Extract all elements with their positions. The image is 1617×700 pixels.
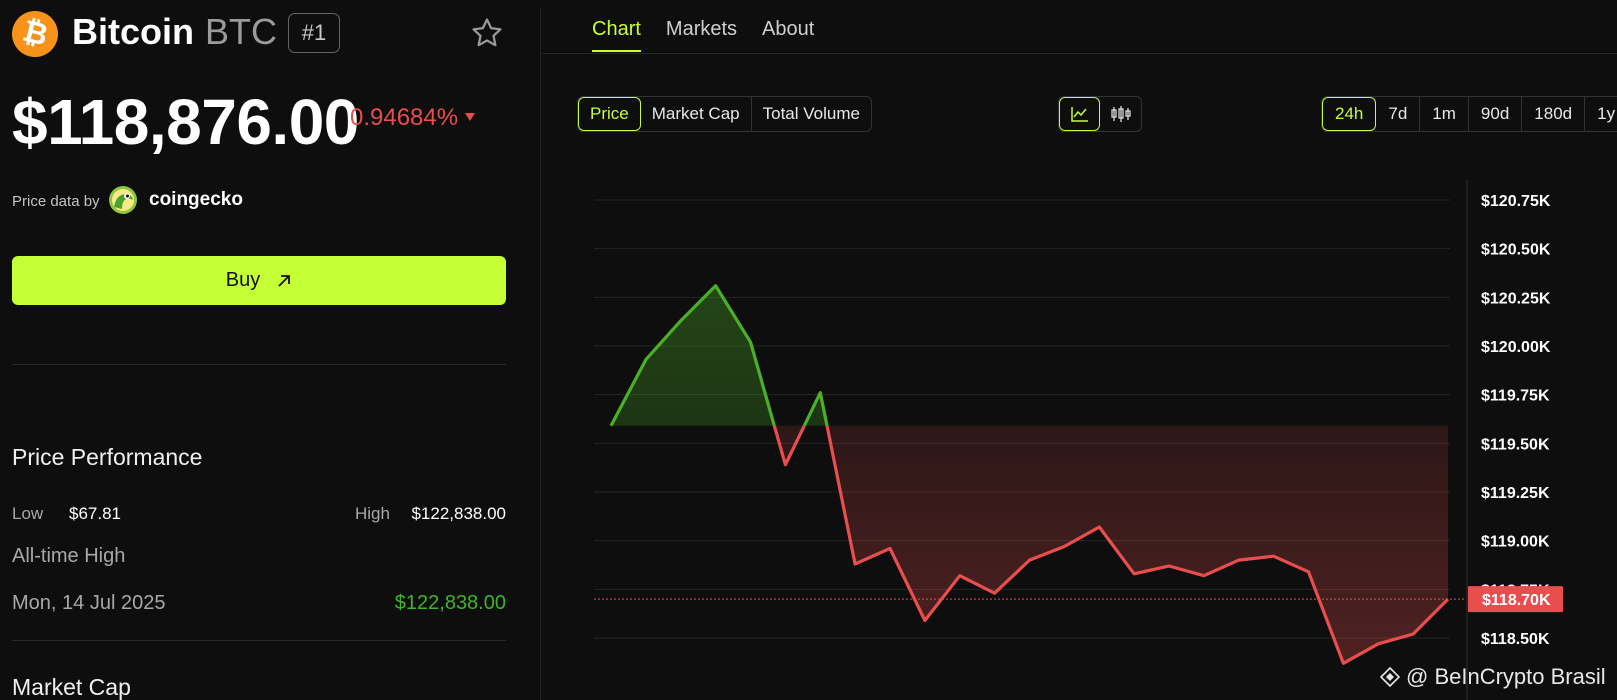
all-time-high-value: $122,838.00 — [394, 592, 506, 614]
coin-symbol: BTC — [205, 11, 277, 52]
high-value: $122,838.00 — [411, 504, 506, 523]
candlestick-button[interactable] — [1100, 97, 1141, 131]
buy-button[interactable]: Buy — [12, 256, 506, 305]
section-tabs: Chart Markets About — [592, 18, 814, 52]
all-time-high-label: All-time High — [12, 545, 126, 567]
coingecko-logo-icon — [109, 186, 137, 214]
tab-chart[interactable]: Chart — [592, 18, 641, 52]
metric-selector: Price Market Cap Total Volume — [577, 96, 872, 132]
buy-button-label: Buy — [225, 269, 261, 291]
y-tick-label: $120.50K — [1481, 242, 1551, 259]
bitcoin-logo-icon: ₿ — [12, 11, 58, 57]
low-label: Low — [12, 504, 44, 523]
y-tick-label: $119.00K — [1481, 534, 1550, 551]
market-cap-title: Market Cap — [12, 674, 131, 700]
range-1y-button[interactable]: 1y — [1585, 97, 1617, 131]
y-tick-label: $120.00K — [1481, 339, 1551, 356]
metric-price-button[interactable]: Price — [578, 97, 641, 131]
arrow-up-right-icon — [278, 274, 291, 287]
range-180d-button[interactable]: 180d — [1522, 97, 1586, 131]
watermark-text: @ BeInCrypto Brasil — [1406, 664, 1606, 689]
coingecko-name: coingecko — [149, 189, 243, 210]
current-price: $118,876.00 — [12, 86, 359, 158]
low-value: $67.81 — [69, 504, 121, 523]
divider — [12, 364, 506, 365]
range-1m-button[interactable]: 1m — [1420, 97, 1469, 131]
candlestick-icon — [1110, 106, 1131, 122]
tabs-underline — [542, 53, 1617, 54]
tab-about[interactable]: About — [762, 18, 814, 52]
time-range-selector: 24h 7d 1m 90d 180d 1y — [1321, 96, 1617, 132]
line-chart-button[interactable] — [1059, 97, 1100, 131]
metric-total-volume-button[interactable]: Total Volume — [752, 97, 871, 131]
y-tick-label: $119.25K — [1481, 485, 1550, 502]
y-tick-label: $120.75K — [1481, 193, 1551, 210]
range-90d-button[interactable]: 90d — [1469, 97, 1523, 131]
price-data-label: Price data by — [12, 193, 100, 210]
tab-markets[interactable]: Markets — [666, 18, 737, 52]
line-chart-icon — [1070, 107, 1088, 122]
coin-summary-panel: ₿ Bitcoin BTC #1 $118,876.00 0.94684% Pr… — [0, 0, 520, 700]
rank-badge: #1 — [288, 13, 340, 53]
price-chart[interactable]: $120.75K $120.50K $120.25K $120.00K $119.75K… — [542, 150, 1617, 700]
watermark: @ BeInCrypto Brasil — [1380, 664, 1606, 690]
coin-name: Bitcoin — [72, 11, 194, 52]
all-time-high-date: Mon, 14 Jul 2025 — [12, 592, 166, 614]
down-arrow-icon — [465, 113, 475, 121]
price-performance-title: Price Performance — [12, 444, 203, 470]
range-24h-button[interactable]: 24h — [1322, 97, 1377, 131]
current-price-label: $118.70K — [1482, 592, 1551, 609]
price-change-percent: 0.94684% — [350, 104, 459, 131]
divider — [12, 640, 506, 641]
high-label: High — [355, 504, 390, 523]
y-tick-label: $118.50K — [1481, 631, 1550, 648]
beincrypto-logo-icon — [1380, 667, 1400, 687]
star-icon[interactable] — [470, 16, 504, 50]
chart-type-selector — [1058, 96, 1142, 132]
metric-market-cap-button[interactable]: Market Cap — [641, 97, 752, 131]
panel-separator — [540, 8, 541, 700]
y-tick-label: $119.50K — [1481, 436, 1550, 453]
y-tick-label: $120.25K — [1481, 290, 1551, 307]
range-7d-button[interactable]: 7d — [1376, 97, 1421, 131]
y-tick-label: $119.75K — [1481, 388, 1550, 405]
